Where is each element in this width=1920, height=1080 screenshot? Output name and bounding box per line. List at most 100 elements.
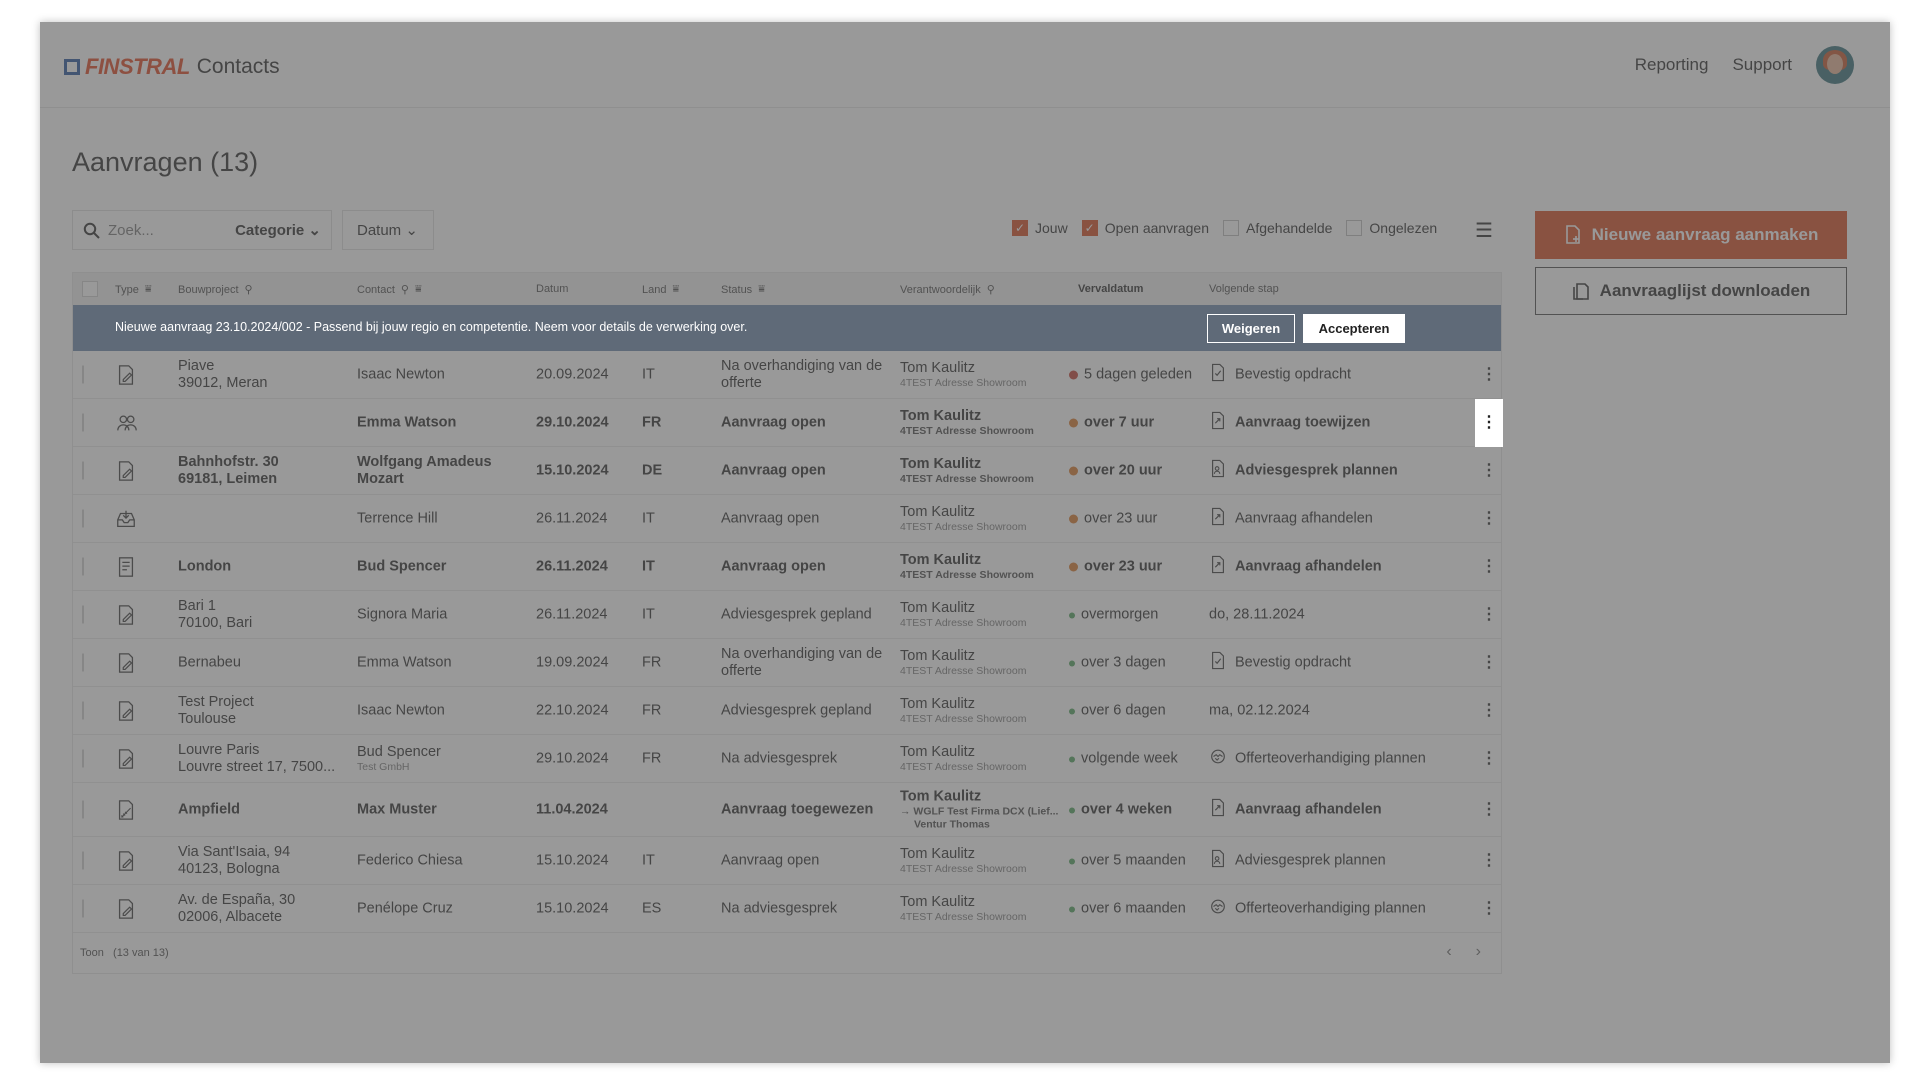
table-row[interactable]: Ampfield Max Muster 11.04.2024 Aanvraag toe… [73,783,1501,837]
table-row[interactable]: Piave 39012, Meran Isaac Newton 20.09.2024 I… [73,351,1501,399]
table-row[interactable]: Emma Watson 29.10.2024 FR Aanvraag open Tom … [73,398,1503,447]
row-checkbox[interactable] [82,800,84,818]
row-menu-icon[interactable]: ⋮ [1475,735,1503,783]
next-step-cell[interactable]: Adviesgesprek plannen [1209,849,1386,872]
contact-cell[interactable]: Emma Watson [357,414,527,431]
table-row[interactable]: Bernabeu Emma Watson 19.09.2024 FR Na overha… [73,639,1501,687]
checkbox-checked-icon[interactable]: ✓ [1012,220,1028,236]
table-row[interactable]: Bari 1 70100, Bari Signora Maria 26.11.2024… [73,591,1501,639]
row-checkbox[interactable] [82,749,84,767]
next-step-cell[interactable]: ma, 02.12.2024 [1209,702,1310,719]
nav-support[interactable]: Support [1732,55,1792,75]
next-step-cell[interactable]: Offerteoverhandiging plannen [1209,897,1426,920]
col-type[interactable]: Type ⩸ [115,283,152,296]
chevron-right-icon[interactable]: › [1476,943,1481,961]
next-step-cell[interactable]: Adviesgesprek plannen [1209,459,1398,482]
row-checkbox[interactable] [82,605,84,623]
row-checkbox[interactable] [82,701,84,719]
row-checkbox[interactable] [82,509,84,527]
row-menu-icon[interactable]: ⋮ [1475,639,1503,687]
chevron-left-icon[interactable]: ‹ [1446,943,1451,961]
filter-ongelezen[interactable]: Ongelezen [1346,220,1437,236]
filter-icon[interactable]: ⩸ [758,283,765,296]
checkbox-checked-icon[interactable]: ✓ [1081,220,1098,236]
search-input[interactable] [108,221,218,239]
contact-cell[interactable]: Signora Maria [357,606,527,623]
search-icon[interactable]: ⚲ [245,283,253,296]
col-vervaldatum[interactable]: Vervaldatum [1078,283,1143,295]
contact-cell[interactable]: Isaac Newton [357,366,527,383]
download-list-button[interactable]: Aanvraaglijst downloaden [1535,267,1847,315]
row-menu-icon[interactable]: ⋮ [1475,786,1503,834]
row-menu-icon[interactable]: ⋮ [1475,543,1503,591]
row-menu-icon[interactable]: ⋮ [1475,398,1503,447]
filter-afgehandelde[interactable]: Afgehandelde [1223,220,1332,236]
next-step-cell[interactable]: Aanvraag toewijzen [1209,411,1370,434]
contact-cell[interactable]: Federico Chiesa [357,852,527,869]
next-step-cell[interactable]: Aanvraag afhandelen [1209,555,1382,578]
row-menu-icon[interactable]: ⋮ [1475,837,1503,885]
select-all-checkbox[interactable] [82,281,98,297]
col-datum[interactable]: Datum [536,283,568,295]
row-checkbox[interactable] [82,557,84,575]
row-checkbox[interactable] [82,461,84,479]
checkbox-icon[interactable] [1223,220,1239,236]
contact-cell[interactable]: Penélope Cruz [357,900,527,917]
search-icon[interactable]: ⚲ [401,283,409,296]
accept-button[interactable]: Accepteren [1303,314,1405,343]
table-row[interactable]: London Bud Spencer 26.11.2024 IT Aanvraag op… [73,543,1501,591]
row-checkbox[interactable] [82,899,84,917]
datum-dropdown[interactable]: Datum ⌄ [342,210,434,250]
checkbox-icon[interactable] [1346,220,1363,236]
contact-cell[interactable]: Max Muster [357,801,527,818]
finstral-logo[interactable]: FINSTRAL Contacts [64,54,280,80]
search-box[interactable]: Categorie ⌄ [72,210,332,250]
next-step-cell[interactable]: Offerteoverhandiging plannen [1209,747,1426,770]
next-step-cell[interactable]: Bevestig opdracht [1209,651,1351,674]
next-step-cell[interactable]: Bevestig opdracht [1209,363,1351,386]
contact-cell[interactable]: Isaac Newton [357,702,527,719]
row-menu-icon[interactable]: ⋮ [1475,591,1503,639]
category-dropdown[interactable]: Categorie ⌄ [235,221,321,239]
table-row[interactable]: Av. de España, 30 02006, Albacete Penélope… [73,885,1501,933]
filter-icon[interactable]: ⩸ [145,283,152,296]
filter-jouw[interactable]: ✓ Jouw [1012,220,1068,236]
table-row[interactable]: Bahnhofstr. 30 69181, Leimen Wolfgang Amad… [73,447,1501,495]
row-menu-icon[interactable]: ⋮ [1475,885,1503,933]
contact-cell[interactable]: Terrence Hill [357,510,527,527]
row-menu-icon[interactable]: ⋮ [1475,495,1503,543]
row-checkbox[interactable] [82,365,84,383]
contact-cell[interactable]: Bud Spencer Test GmbH [357,744,527,774]
next-step-cell[interactable]: Aanvraag afhandelen [1209,798,1382,821]
contact-cell[interactable]: Emma Watson [357,654,527,671]
row-checkbox[interactable] [82,413,84,431]
table-row[interactable]: Louvre Paris Louvre street 17, 7500... Bud… [73,735,1501,783]
col-bouwproject[interactable]: Bouwproject ⚲ [178,283,253,297]
search-icon[interactable]: ⚲ [987,283,995,296]
row-menu-icon[interactable]: ⋮ [1475,687,1503,735]
row-menu-icon[interactable]: ⋮ [1475,447,1503,495]
filter-icon[interactable]: ⩸ [415,283,422,296]
col-status[interactable]: Status ⩸ [721,283,765,296]
table-row[interactable]: Terrence Hill 26.11.2024 IT Aanvraag open To… [73,495,1501,543]
next-step-cell[interactable]: do, 28.11.2024 [1209,606,1305,623]
row-menu-icon[interactable]: ⋮ [1475,351,1503,399]
avatar[interactable] [1816,46,1854,84]
table-row[interactable]: Test Project Toulouse Isaac Newton 22.10.20… [73,687,1501,735]
contact-cell[interactable]: Bud Spencer [357,558,527,575]
reject-button[interactable]: Weigeren [1207,314,1295,343]
list-view-icon[interactable]: ☰ [1475,218,1493,243]
row-checkbox[interactable] [82,851,84,869]
table-row[interactable]: Via Sant'Isaia, 94 40123, Bologna Federico… [73,837,1501,885]
contact-cell[interactable]: Wolfgang Amadeus Mozart [357,454,527,488]
next-step-cell[interactable]: Aanvraag afhandelen [1209,507,1373,530]
col-verantwoordelijk[interactable]: Verantwoordelijk ⚲ [900,283,995,297]
col-contact[interactable]: Contact ⚲ ⩸ [357,283,422,296]
nav-reporting[interactable]: Reporting [1635,55,1709,75]
col-volgende-stap[interactable]: Volgende stap [1209,283,1279,295]
col-land[interactable]: Land ⩸ [642,283,679,296]
filter-open-aanvragen[interactable]: ✓ Open aanvragen [1081,220,1209,236]
row-checkbox[interactable] [82,653,84,671]
new-request-button[interactable]: Nieuwe aanvraag aanmaken [1535,211,1847,259]
filter-icon[interactable]: ⩸ [672,283,679,296]
